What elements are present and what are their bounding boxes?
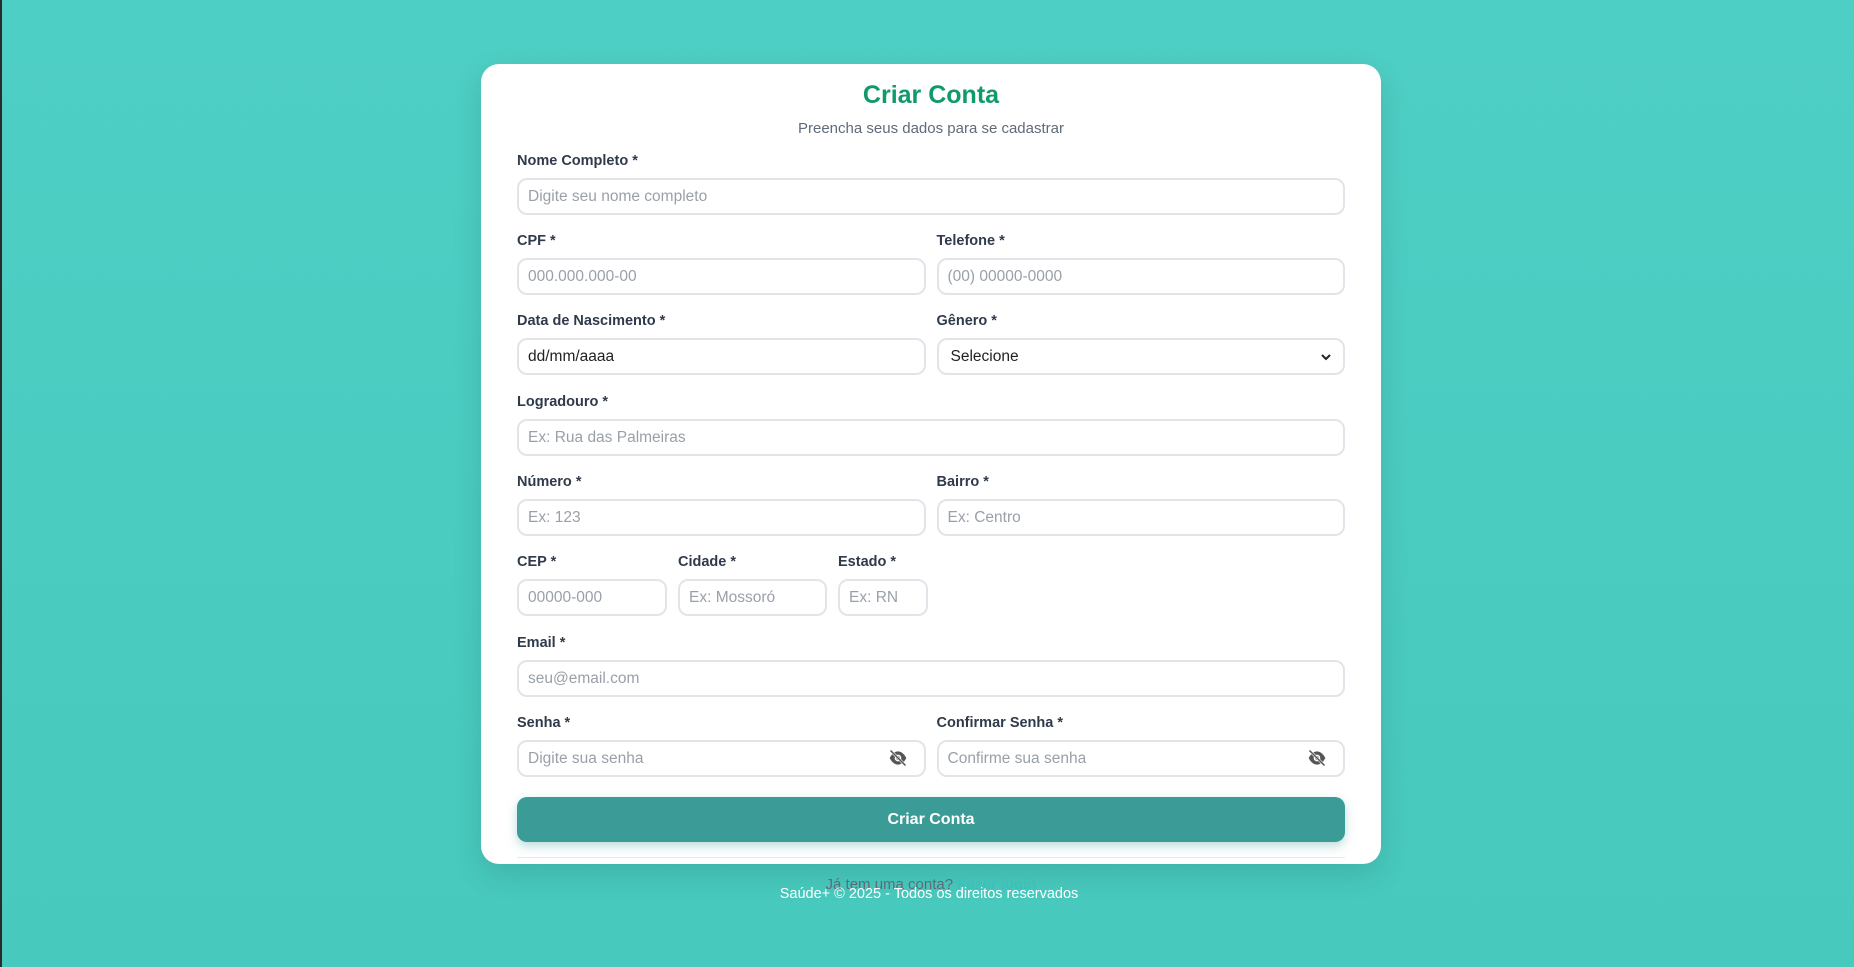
estado-label: Estado * xyxy=(838,554,897,570)
genero-select[interactable]: Selecione xyxy=(936,338,1345,375)
nascimento-field: Data de Nascimento * dd/mm/aaaa xyxy=(517,312,926,375)
cidade-input[interactable] xyxy=(678,579,827,616)
senha-field: Senha * xyxy=(517,714,926,777)
cidade-label: Cidade * xyxy=(678,554,737,570)
senha-row: Senha * Confirmar Senha * xyxy=(517,714,1345,777)
logradouro-label: Logradouro * xyxy=(517,394,609,410)
genero-field: Gênero * Selecione xyxy=(936,312,1345,375)
bairro-label: Bairro * xyxy=(936,474,989,490)
bairro-field: Bairro * xyxy=(936,473,1345,536)
nome-label: Nome Completo * xyxy=(517,153,638,169)
telefone-input[interactable] xyxy=(936,258,1345,295)
confirmar-label: Confirmar Senha * xyxy=(936,715,1064,731)
email-label: Email * xyxy=(517,635,566,651)
nascimento-label: Data de Nascimento * xyxy=(517,313,666,329)
estado-field: Estado * xyxy=(838,553,928,616)
nascimento-date-input[interactable]: dd/mm/aaaa xyxy=(517,338,926,375)
cidade-field: Cidade * xyxy=(678,553,827,616)
senha-label: Senha * xyxy=(517,715,571,731)
confirmar-input[interactable] xyxy=(936,740,1345,777)
cep-label: CEP * xyxy=(517,554,557,570)
genero-label: Gênero * xyxy=(936,313,997,329)
numero-label: Número * xyxy=(517,474,582,490)
confirmar-field: Confirmar Senha * xyxy=(936,714,1345,777)
footer-copyright: Saúde+ © 2025 - Todos os direitos reserv… xyxy=(779,886,1079,902)
senha-wrapper xyxy=(517,740,926,777)
divider xyxy=(517,857,1345,858)
numero-bairro-row: Número * Bairro * xyxy=(517,473,1345,536)
register-card: Criar Conta Preencha seus dados para se … xyxy=(481,64,1381,893)
bairro-input[interactable] xyxy=(936,499,1345,536)
numero-input[interactable] xyxy=(517,499,926,536)
estado-input[interactable] xyxy=(838,579,928,616)
email-input[interactable] xyxy=(517,660,1345,697)
email-field: Email * xyxy=(517,634,1345,697)
logradouro-input[interactable] xyxy=(517,419,1345,456)
nome-input[interactable] xyxy=(517,178,1345,215)
telefone-label: Telefone * xyxy=(936,233,1005,249)
cpf-field: CPF * xyxy=(517,232,926,295)
telefone-field: Telefone * xyxy=(936,232,1345,295)
senha-input[interactable] xyxy=(517,740,926,777)
cpf-input[interactable] xyxy=(517,258,926,295)
create-account-button[interactable]: Criar Conta xyxy=(517,797,1345,842)
eye-slash-icon[interactable] xyxy=(1307,749,1327,767)
numero-field: Número * xyxy=(517,473,926,536)
nome-field: Nome Completo * xyxy=(517,152,1345,215)
cep-input[interactable] xyxy=(517,579,667,616)
page-title: Criar Conta xyxy=(862,81,1000,109)
cpf-label: CPF * xyxy=(517,233,556,249)
cep-cidade-estado-row: CEP * Cidade * Estado * xyxy=(517,553,1345,616)
eye-slash-icon[interactable] xyxy=(888,749,908,767)
confirmar-wrapper xyxy=(936,740,1345,777)
cep-field: CEP * xyxy=(517,553,667,616)
genero-selected-value: Selecione xyxy=(950,347,1019,365)
nascimento-genero-row: Data de Nascimento * dd/mm/aaaa Gênero *… xyxy=(517,312,1345,375)
cpf-telefone-row: CPF * Telefone * xyxy=(517,232,1345,295)
chevron-down-icon xyxy=(1321,348,1331,366)
page-subtitle: Preencha seus dados para se cadastrar xyxy=(798,120,1064,137)
logradouro-field: Logradouro * xyxy=(517,393,1345,456)
